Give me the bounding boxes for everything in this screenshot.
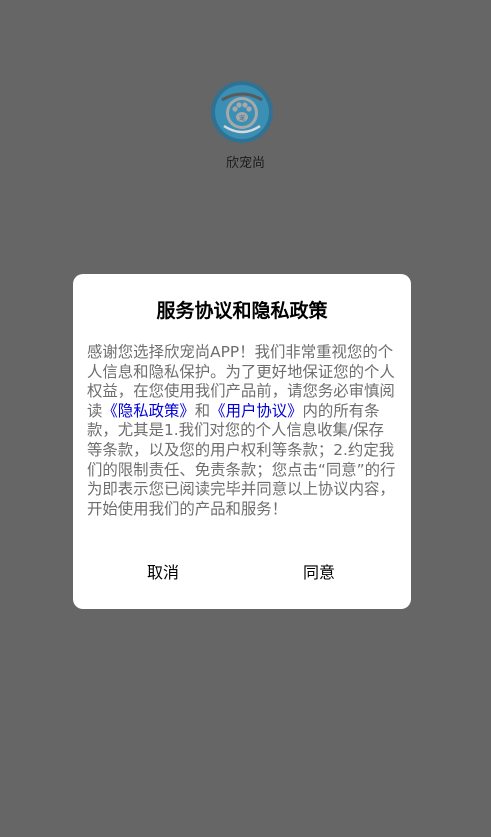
cancel-button[interactable]: 取消 (123, 559, 203, 587)
privacy-dialog: 服务协议和隐私政策 感谢您选择欣宠尚APP！我们非常重视您的个人信息和隐私保护。… (73, 274, 411, 609)
and-text: 和 (194, 401, 211, 420)
user-agreement-link[interactable]: 《用户协议》 (210, 402, 302, 420)
app-name: 欣宠尚 (225, 156, 265, 171)
agree-button[interactable]: 同意 (279, 559, 359, 587)
svg-text:宠: 宠 (239, 114, 245, 122)
app-logo-icon: 宠 (211, 81, 273, 143)
privacy-policy-link[interactable]: 《隐私政策》 (102, 402, 194, 420)
dialog-message: 感谢您选择欣宠尚APP！我们非常重视您的个人信息和隐私保护。为了更好地保证您的个… (87, 343, 399, 519)
dialog-title: 服务协议和隐私政策 (156, 300, 328, 322)
